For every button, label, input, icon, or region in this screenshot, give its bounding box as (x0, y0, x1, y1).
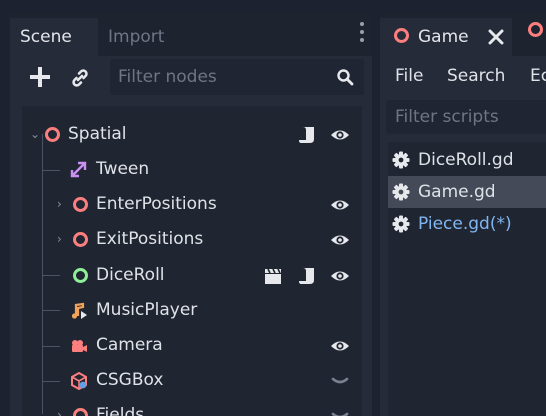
tree-item-label: CSGBox (96, 370, 164, 390)
visibility-icon[interactable] (330, 266, 350, 286)
tree-item-label: DiceRoll (96, 265, 165, 285)
instance-child-scene-icon[interactable] (70, 68, 90, 88)
chevron-down-icon[interactable] (330, 371, 350, 391)
tab-game[interactable]: Game (380, 18, 512, 56)
scene-toolbar: Filter nodes (10, 56, 372, 100)
visibility-icon[interactable] (330, 125, 350, 145)
chevron-right-icon[interactable]: › (57, 222, 62, 257)
script-name-modified: Piece.gd(*) (418, 214, 512, 234)
close-icon[interactable] (488, 29, 504, 45)
script-item[interactable]: Piece.gd(*) (388, 208, 546, 240)
tree-item-enterpositions[interactable]: › EnterPositions (22, 187, 362, 222)
dock-menu-icon[interactable] (360, 22, 364, 48)
scene-dock: Scene Import Filter nodes ⌄ Spatial Twee… (10, 12, 372, 416)
spatial-node-icon (73, 408, 88, 416)
tree-item-spatial[interactable]: ⌄ Spatial (22, 117, 362, 152)
chevron-down-icon[interactable] (330, 406, 350, 416)
menu-file[interactable]: File (395, 56, 423, 96)
tree-item-label: ExitPositions (96, 229, 204, 249)
tree-item-camera[interactable]: Camera (22, 328, 362, 363)
clapper-icon[interactable] (263, 266, 283, 286)
tree-item-label: MusicPlayer (96, 300, 198, 320)
script-icon[interactable] (297, 266, 317, 286)
visibility-icon[interactable] (330, 336, 350, 356)
tree-item-exitpositions[interactable]: › ExitPositions (22, 222, 362, 257)
camera-icon (72, 340, 87, 352)
audio-player-icon (71, 302, 87, 319)
scene-dock-tabbar: Scene Import (10, 12, 372, 56)
dock-splitter[interactable] (372, 0, 380, 416)
spatial-node-icon (73, 197, 88, 212)
filter-nodes-input[interactable]: Filter nodes (110, 59, 364, 95)
control-node-icon (73, 268, 88, 283)
script-icon[interactable] (297, 125, 317, 145)
filter-scripts-placeholder: Filter scripts (395, 107, 499, 127)
spatial-node-icon (73, 232, 88, 247)
spatial-node-icon (45, 127, 60, 142)
tree-item-label: Fields (96, 405, 145, 416)
gear-icon (392, 183, 410, 201)
tree-item-tween[interactable]: Tween (22, 152, 362, 187)
script-item[interactable]: DiceRoll.gd (388, 144, 546, 176)
visibility-icon[interactable] (330, 195, 350, 215)
search-icon (337, 69, 354, 86)
gear-icon (392, 215, 410, 233)
spatial-node-icon (394, 28, 409, 43)
visibility-icon[interactable] (330, 230, 350, 250)
tree-item-fields[interactable]: › Fields (22, 398, 362, 416)
gear-icon (392, 151, 410, 169)
chevron-right-icon[interactable]: › (57, 187, 62, 222)
tree-item-label: Camera (96, 335, 163, 355)
menu-edit[interactable]: Ec (530, 56, 546, 96)
scene-tree: ⌄ Spatial Tween › EnterPositions › ExitP… (22, 106, 362, 416)
tree-item-label: EnterPositions (96, 194, 217, 214)
filter-scripts-input[interactable]: Filter scripts (386, 100, 546, 134)
script-editor-dock: Game File Search Ec Filter scripts DiceR… (380, 12, 546, 416)
filter-nodes-placeholder: Filter nodes (118, 67, 217, 87)
tree-item-musicplayer[interactable]: MusicPlayer (22, 293, 362, 328)
chevron-right-icon[interactable]: › (57, 398, 62, 416)
spatial-node-icon[interactable] (528, 22, 543, 37)
script-name: DiceRoll.gd (418, 150, 514, 170)
tree-item-csgbox[interactable]: CSGBox (22, 363, 362, 398)
script-item-selected[interactable]: Game.gd (388, 176, 546, 208)
tree-item-diceroll[interactable]: DiceRoll (22, 258, 362, 293)
tree-item-label: Tween (96, 159, 150, 179)
tween-icon (70, 161, 87, 178)
add-node-button[interactable] (28, 65, 52, 89)
tab-label: Game (418, 27, 469, 47)
menu-search[interactable]: Search (447, 56, 505, 96)
script-editor-tabbar: Game (380, 12, 546, 56)
chevron-down-icon[interactable]: ⌄ (30, 117, 40, 152)
csg-box-icon (71, 372, 87, 390)
tab-import[interactable]: Import (98, 18, 184, 56)
script-name: Game.gd (418, 182, 496, 202)
tree-item-label: Spatial (68, 124, 127, 144)
script-menubar: File Search Ec (380, 56, 546, 96)
tab-scene[interactable]: Scene (10, 18, 98, 56)
script-list: DiceRoll.gd Game.gd Piece.gd(*) (388, 142, 546, 416)
